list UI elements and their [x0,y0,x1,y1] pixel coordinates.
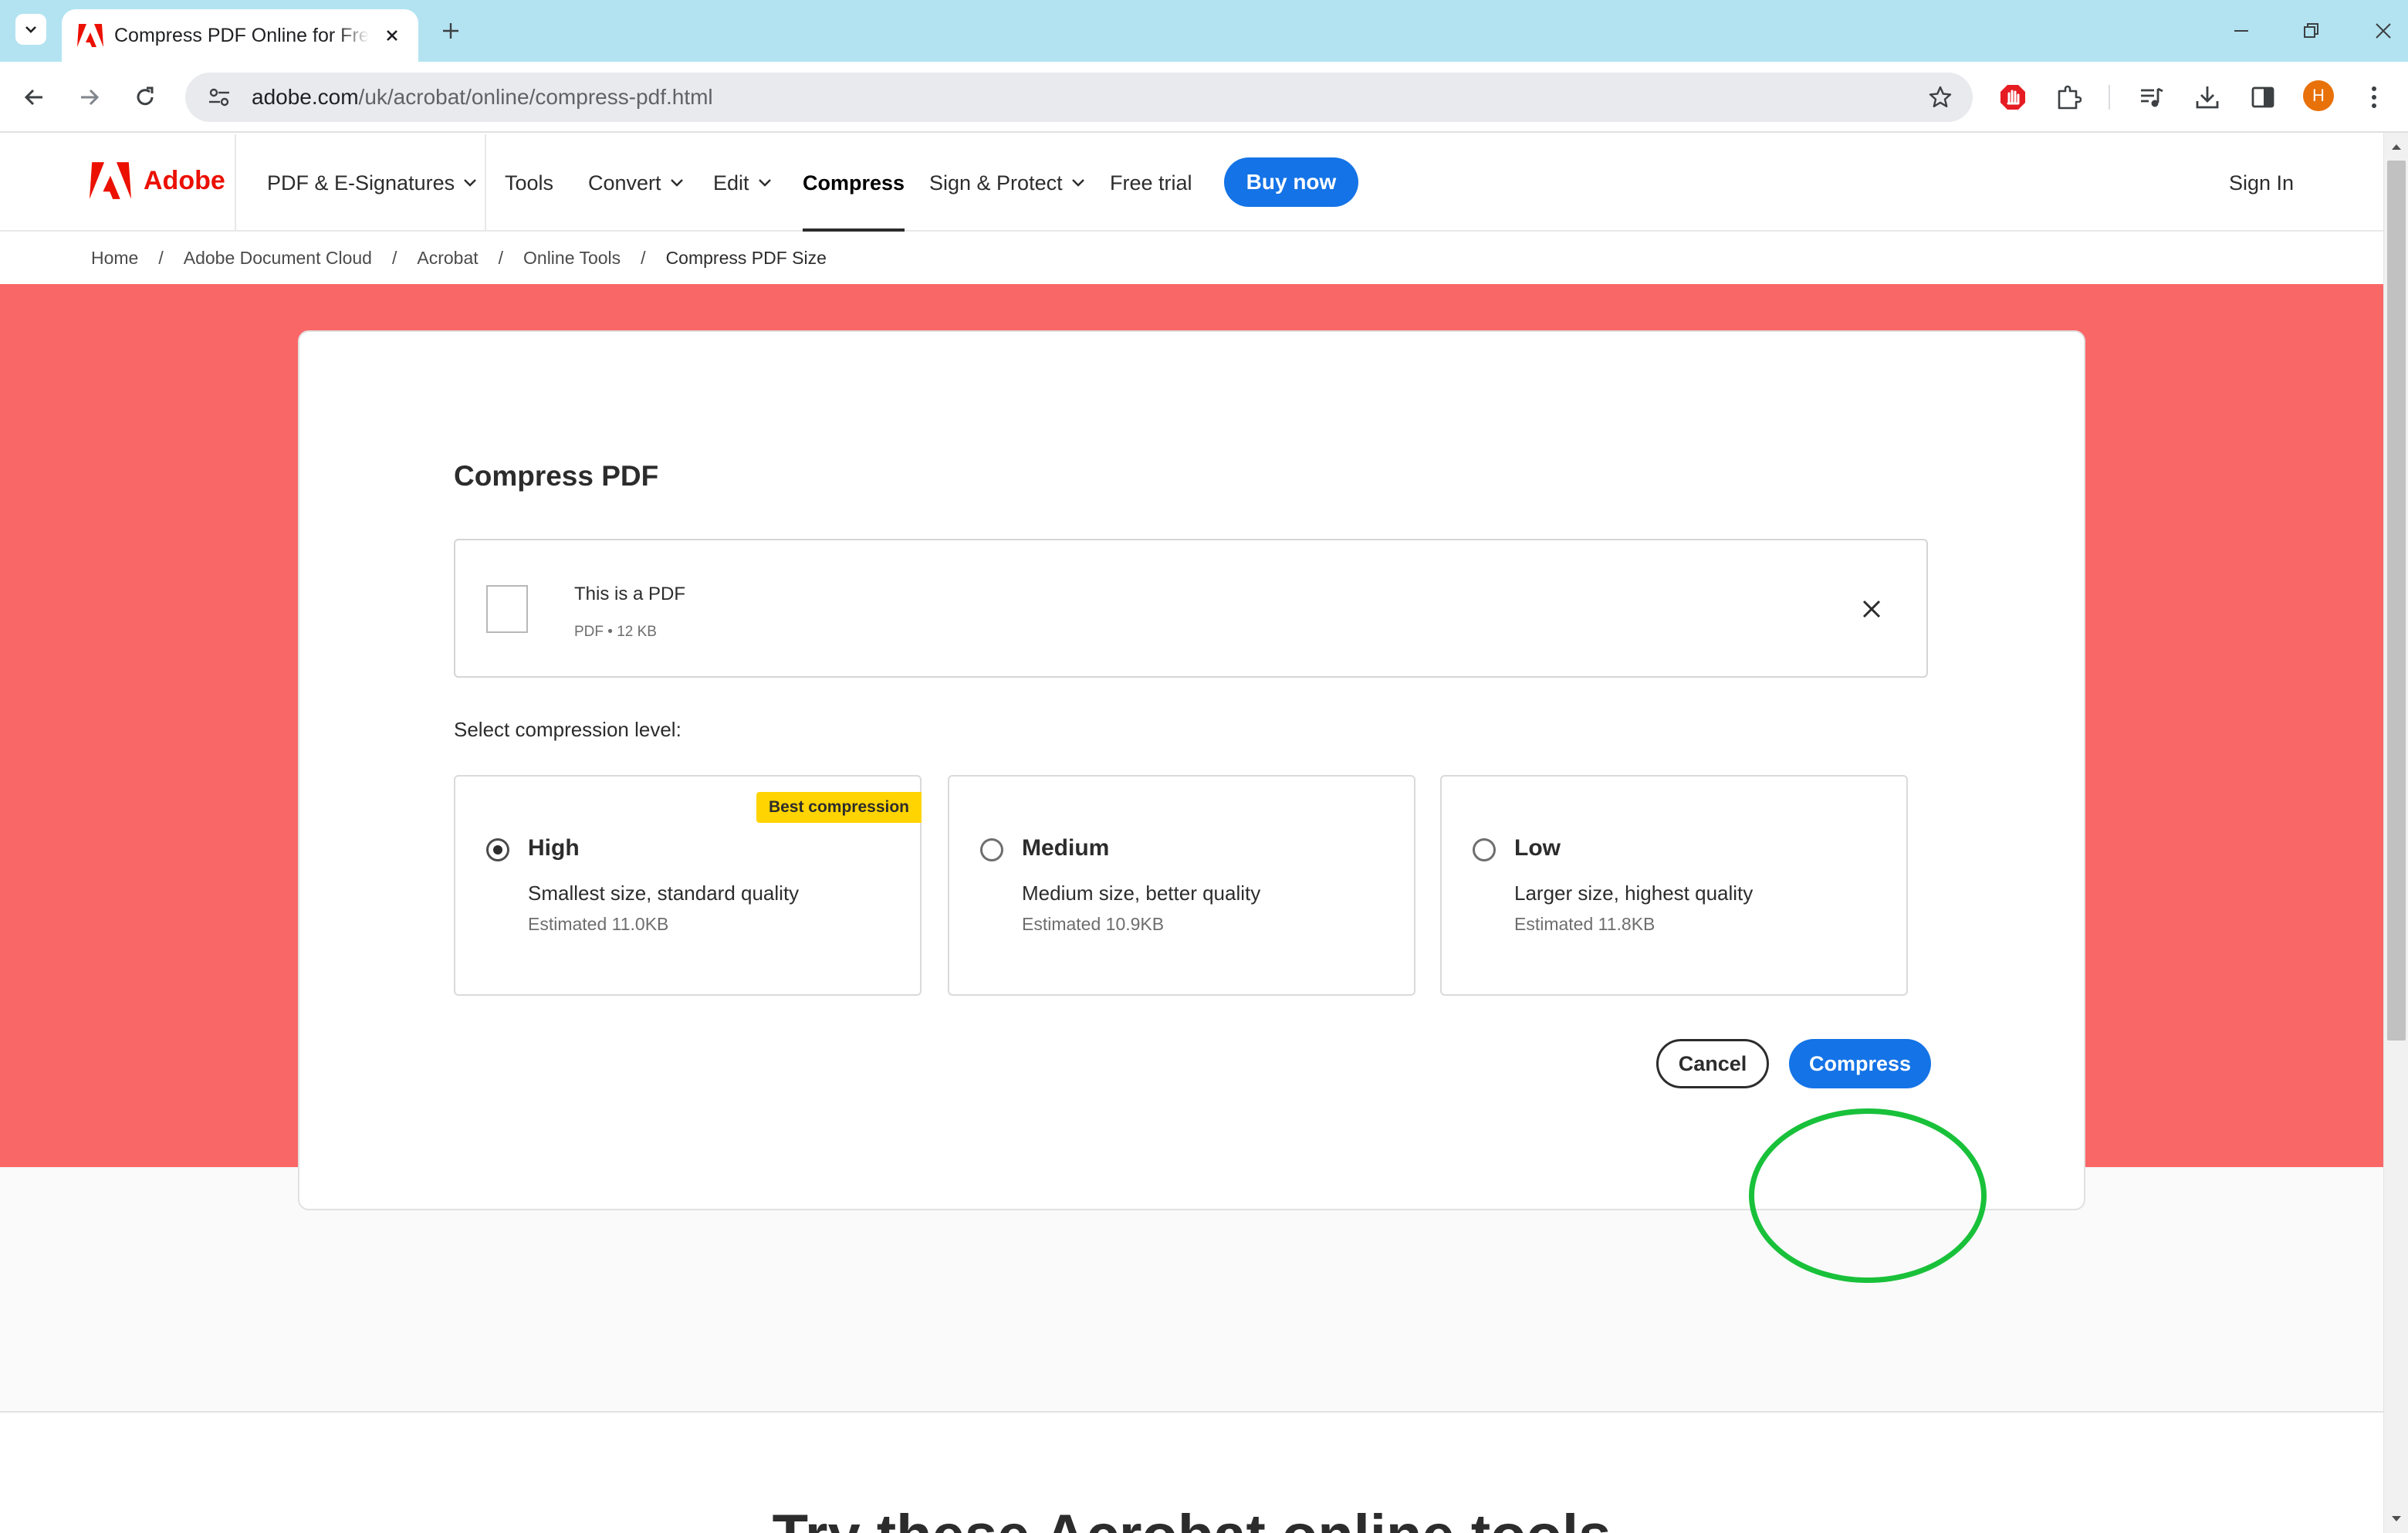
chevron-down-icon [757,178,773,188]
adobe-logo-icon [90,162,131,199]
chevron-down-icon [25,26,36,33]
option-medium[interactable]: Medium Medium size, better quality Estim… [948,775,1415,996]
option-title: Medium [1022,835,1110,861]
plus-icon[interactable] [437,17,465,45]
option-low[interactable]: Low Larger size, highest quality Estimat… [1440,775,1908,996]
option-estimate: Estimated 10.9KB [1022,914,1165,934]
nav-label: PDF & E-Signatures [267,171,455,195]
breadcrumb-home[interactable]: Home [91,248,138,269]
chevron-down-icon [669,178,685,188]
option-high[interactable]: Best compression High Smallest size, sta… [454,775,922,996]
star-icon[interactable] [1923,80,1957,114]
option-description: Smallest size, standard quality [528,882,800,905]
site-info-icon[interactable] [198,76,241,119]
breadcrumb-separator: / [641,247,646,268]
breadcrumb: Home / Adobe Document Cloud / Acrobat / … [0,232,2383,284]
nav-label: Convert [588,171,661,195]
global-nav: Adobe PDF & E-Signatures Tools Convert E… [0,134,2383,232]
breadcrumb-separator: / [158,247,164,268]
browser-toolbar: adobe.com/uk/acrobat/online/compress-pdf… [0,62,2408,133]
card-title: Compress PDF [454,460,659,492]
nav-edit[interactable]: Edit [713,134,773,232]
chevron-down-icon [1070,178,1086,188]
brand-name: Adobe [144,165,225,195]
option-estimate: Estimated 11.0KB [528,914,669,934]
tab-strip: Compress PDF Online for Free | Adobe Acr… [0,0,2408,62]
nav-free-trial[interactable]: Free trial [1110,134,1192,232]
nav-label: Edit [713,171,749,195]
url-host: adobe.com [252,85,359,109]
buy-now-button[interactable]: Buy now [1224,157,1358,207]
page-scrollbar[interactable] [2383,133,2408,1533]
window-close-icon[interactable] [2368,15,2399,46]
nav-divider [235,134,236,232]
tab-title: Compress PDF Online for Free | Adobe Acr… [114,24,369,46]
nav-label: Sign & Protect [929,171,1063,195]
restore-icon[interactable] [2295,15,2326,46]
close-icon[interactable] [380,23,404,48]
nav-tools[interactable]: Tools [505,134,553,232]
radio-medium[interactable] [980,838,1003,861]
address-bar[interactable]: adobe.com/uk/acrobat/online/compress-pdf… [185,73,1973,122]
file-name: This is a PDF [574,584,686,604]
option-estimate: Estimated 11.8KB [1514,914,1656,934]
tools-heading: Try these Acrobat online tools [0,1502,2383,1533]
nav-convert[interactable]: Convert [588,134,685,232]
file-thumbnail [486,585,528,633]
compress-card: Compress PDF This is a PDF PDF • 12 KB S… [298,330,2085,1210]
nav-divider [485,134,486,232]
download-icon[interactable] [2190,80,2224,114]
option-title: High [528,835,580,861]
breadcrumb-current: Compress PDF Size [665,247,827,268]
url-path: /uk/acrobat/online/compress-pdf.html [358,85,713,109]
toolbar-separator [2109,85,2110,110]
side-panel-icon[interactable] [2246,80,2280,114]
scroll-down-arrow-icon[interactable] [2384,1510,2408,1528]
kebab-menu-icon[interactable] [2357,80,2391,114]
scrollbar-thumb[interactable] [2387,161,2406,1041]
browser-tab[interactable]: Compress PDF Online for Free | Adobe Acr… [62,9,418,62]
radio-low[interactable] [1473,838,1496,861]
media-icon[interactable] [2135,80,2169,114]
compression-level-label: Select compression level: [454,718,681,741]
web-page: Adobe PDF & E-Signatures Tools Convert E… [0,134,2383,1533]
forward-icon[interactable] [73,80,107,114]
nav-sign-protect[interactable]: Sign & Protect [929,134,1086,232]
radio-high[interactable] [486,838,509,861]
profile-avatar[interactable]: H [2303,80,2334,111]
nav-label: Free trial [1110,171,1192,195]
file-meta: PDF • 12 KB [574,624,657,640]
option-description: Larger size, highest quality [1514,882,1754,905]
extension-icon[interactable] [1996,80,2030,114]
breadcrumb-document-cloud[interactable]: Adobe Document Cloud [184,248,372,269]
nav-compress[interactable]: Compress [803,134,905,232]
url-text: adobe.com/uk/acrobat/online/compress-pdf… [252,85,713,110]
sign-in-link[interactable]: Sign In [2229,134,2294,232]
adobe-logo[interactable]: Adobe [90,162,225,199]
compress-button[interactable]: Compress [1789,1039,1931,1088]
nav-label: Tools [505,171,554,195]
file-item: This is a PDF PDF • 12 KB [454,539,1928,678]
puzzle-icon[interactable] [2051,80,2085,114]
minimize-icon[interactable] [2226,15,2257,46]
best-compression-badge: Best compression [756,792,922,823]
remove-file-button[interactable] [1855,593,1888,625]
option-description: Medium size, better quality [1022,882,1261,905]
nav-pdf-e-signatures[interactable]: PDF & E-Signatures [267,134,478,232]
tab-search-button[interactable] [15,14,46,45]
back-icon[interactable] [17,80,51,114]
nav-label: Compress [803,171,905,195]
adobe-favicon-icon [77,24,103,47]
breadcrumb-separator: / [498,247,504,268]
option-title: Low [1514,835,1561,861]
cancel-button[interactable]: Cancel [1656,1039,1769,1088]
close-icon [1862,600,1881,618]
breadcrumb-separator: / [391,247,397,268]
scroll-up-arrow-icon[interactable] [2384,137,2408,156]
breadcrumb-online-tools[interactable]: Online Tools [523,248,621,269]
breadcrumb-acrobat[interactable]: Acrobat [417,248,478,269]
chevron-down-icon [462,178,478,188]
reload-icon[interactable] [128,80,162,114]
